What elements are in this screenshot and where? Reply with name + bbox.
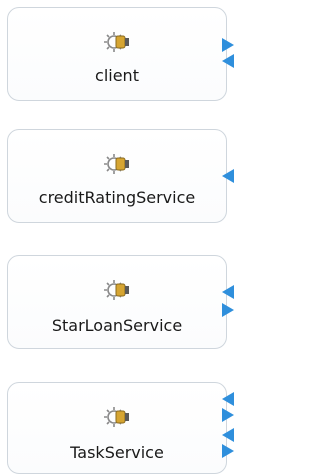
service-port[interactable] (222, 428, 234, 442)
reference-port[interactable] (222, 303, 234, 317)
service-port[interactable] (222, 54, 234, 68)
reference-port[interactable] (222, 444, 234, 458)
component-label: client (95, 66, 139, 85)
gear-component-icon (104, 280, 129, 300)
component-TaskService[interactable]: TaskService (7, 382, 227, 474)
gear-component-icon (104, 32, 129, 52)
service-port[interactable] (222, 169, 234, 183)
reference-port[interactable] (222, 38, 234, 52)
gear-component-icon (104, 154, 129, 174)
service-port[interactable] (222, 285, 234, 299)
reference-port[interactable] (222, 408, 234, 422)
component-label: StarLoanService (51, 316, 183, 335)
component-client[interactable]: client (7, 7, 227, 101)
component-StarLoanService[interactable]: StarLoanService (7, 255, 227, 349)
composite-diagram-canvas: client creditRatingService StarLoanServi… (0, 0, 244, 474)
gear-component-icon (104, 407, 129, 427)
component-label: TaskService (70, 443, 164, 462)
component-label: creditRatingService (38, 188, 196, 207)
component-creditRatingService[interactable]: creditRatingService (7, 129, 227, 223)
service-port[interactable] (222, 392, 234, 406)
